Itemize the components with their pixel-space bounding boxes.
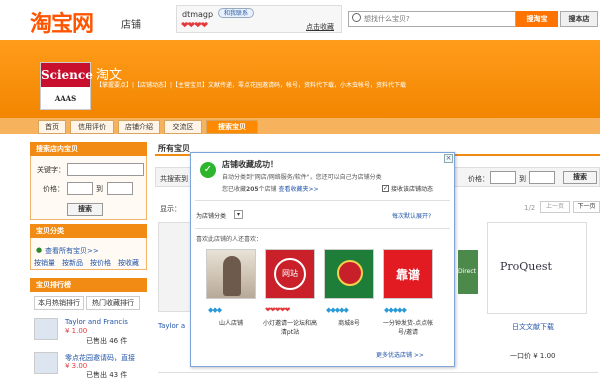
rank-item-sold: 已售出 46 件 [86, 337, 128, 345]
aaas-logo-text: AAAS [54, 94, 77, 103]
page-info: 1/2 [524, 204, 536, 212]
rank-item-thumbnail[interactable] [34, 318, 58, 340]
search-store-button[interactable]: 搜本店 [560, 11, 598, 27]
divider [195, 200, 450, 201]
rank-item-thumbnail[interactable] [34, 352, 58, 374]
sort-by-fav-link[interactable]: 按收藏 [118, 258, 139, 268]
rank-item-sold: 已售出 43 件 [86, 371, 128, 379]
product-brand: ProQuest [500, 260, 552, 273]
sort-by-price-link[interactable]: 按价格 [90, 258, 111, 268]
product-title[interactable]: 日文文献下载 [512, 322, 554, 332]
category-select[interactable]: 为店铺分类 [196, 211, 226, 220]
fav-count-prefix: 您已收藏 [222, 186, 247, 193]
price-min-input[interactable] [67, 182, 93, 195]
logo-subtitle: 店铺 [121, 20, 141, 31]
rank-item-title[interactable]: Taylor and Francis [65, 318, 128, 326]
dialog-title: 店铺收藏成功！ [222, 160, 278, 169]
favorite-store-link[interactable]: 点击收藏 [306, 22, 334, 32]
filter-to-label: 到 [519, 175, 526, 183]
shop-level-icon: ◆◆◆◆◆ [384, 306, 407, 314]
filter-price-label: 价格： [468, 175, 489, 183]
prev-page-button[interactable]: 上一页 [540, 201, 570, 213]
fav-count: 205 [246, 186, 259, 193]
product-price: 一口价 ¥ 1.00 [510, 352, 556, 360]
shop-level-icon: ◆◆◆◆◆ [326, 306, 349, 314]
category-heading: 宝贝分类 [30, 224, 147, 238]
close-icon[interactable]: × [444, 154, 453, 163]
sort-by-sales-link[interactable]: 按销量 [34, 258, 55, 268]
portrait-figure [223, 256, 241, 296]
shop-level-icon: ◆◆◆ [208, 306, 222, 314]
filter-prefix: 共搜索到 [160, 175, 188, 183]
sort-by-new-link[interactable]: 按新品 [62, 258, 83, 268]
expand-default-link[interactable]: 每次默认展开? [392, 211, 431, 220]
contact-me-icon[interactable]: 和我联系 [218, 8, 254, 18]
seller-name[interactable]: dtmagp [182, 10, 213, 19]
next-page-button[interactable]: 下一页 [573, 201, 600, 213]
divider [195, 228, 450, 229]
search-input[interactable] [364, 13, 514, 25]
receive-updates-label: 接收该店铺动态 [391, 186, 434, 193]
product-image[interactable]: Direct [458, 250, 478, 294]
receive-updates-checkbox[interactable]: ✓ [382, 185, 389, 192]
checkmark-icon: ✓ [200, 162, 216, 178]
filter-search-button[interactable]: 搜索 [563, 171, 597, 184]
tab-credit-rating[interactable]: 信用评价 [70, 120, 114, 134]
bullet-icon: ● [36, 246, 43, 254]
recommended-shop-image[interactable]: 网站 [265, 249, 315, 299]
dialog-category-note: 自动分类到"网店/网络服务/软件"，您还可以自己为店铺分类 [222, 172, 382, 181]
science-logo-text: Science [41, 63, 93, 87]
view-favorites-link[interactable]: 查看收藏夹>> [278, 186, 318, 193]
filter-price-max[interactable] [529, 171, 555, 184]
grid-row-divider [158, 372, 598, 378]
view-all-items-link[interactable]: 查看所有宝贝>> [45, 246, 99, 256]
search-icon [352, 13, 361, 22]
dialog-fav-count: 您已收藏205个店铺 查看收藏夹>> [222, 184, 319, 193]
recommended-shop-name[interactable]: 一分钟发货-点点帐号/邀请 [380, 318, 436, 336]
category-note-text: 自动分类到"网店/网络服务/软件"，您还可以自己为店铺分类 [222, 174, 382, 181]
recommended-shop-image[interactable]: 靠谱 [383, 249, 433, 299]
recommended-shop-name[interactable]: 小灯邀请一论坛和高清pt站 [262, 318, 318, 336]
rank-item-price: ¥ 1.00 [65, 327, 88, 335]
also-like-heading: 喜欢此店铺的人还喜欢： [196, 236, 263, 243]
page-title: 所有宝贝 [158, 144, 190, 153]
recommended-shop-image[interactable] [324, 249, 374, 299]
sidebar-search-heading: 搜索店内宝贝 [30, 142, 147, 156]
rank-item-price: ¥ 3.00 [65, 362, 88, 370]
recommended-shop-name[interactable]: 山人店铺 [206, 318, 256, 327]
ranking-heading: 宝贝排行榜 [30, 278, 147, 292]
chevron-down-icon[interactable]: ▾ [234, 210, 243, 219]
product-title[interactable]: Taylor a [158, 322, 185, 330]
shop-level-icon: ❤❤❤❤❤ [265, 306, 290, 314]
seller-rating-hearts: ❤❤❤❤ [181, 21, 208, 31]
shop-seal: 网站 [274, 258, 306, 290]
tab-forum[interactable]: 交流区 [164, 120, 202, 134]
tab-monthly-sales[interactable]: 本月热销排行 [34, 296, 84, 310]
taobao-logo[interactable]: 淘宝网 [30, 6, 94, 38]
tab-popular-favorites[interactable]: 热门收藏排行 [86, 296, 140, 310]
price-max-input[interactable] [107, 182, 133, 195]
shop-emblem [337, 260, 363, 286]
filter-price-min[interactable] [490, 171, 516, 184]
recommended-shop-name[interactable]: 商城8号 [324, 318, 374, 327]
tab-home[interactable]: 首页 [38, 120, 66, 134]
keyword-label: 关键字： [37, 166, 65, 174]
tab-shop-intro[interactable]: 店铺介绍 [118, 120, 160, 134]
fav-count-suffix: 个店铺 [258, 186, 277, 193]
price-label: 价格： [43, 185, 64, 193]
more-shops-link[interactable]: 更多优选店铺 >> [376, 350, 424, 359]
sort-label: 显示： [160, 205, 181, 213]
shop-links[interactable]: 【掌握要点】|【店铺动态】|【主营宝贝】文献传递，零点花园邀请码，帐号，资料代下… [96, 80, 406, 89]
tab-search-items[interactable]: 搜索宝贝 [206, 120, 258, 134]
sidebar-search-button[interactable]: 搜索 [67, 203, 103, 216]
recommended-shop-image[interactable] [206, 249, 256, 299]
price-to-label: 到 [96, 185, 103, 193]
search-taobao-button[interactable]: 搜淘宝 [516, 11, 558, 27]
keyword-input[interactable] [67, 163, 144, 176]
